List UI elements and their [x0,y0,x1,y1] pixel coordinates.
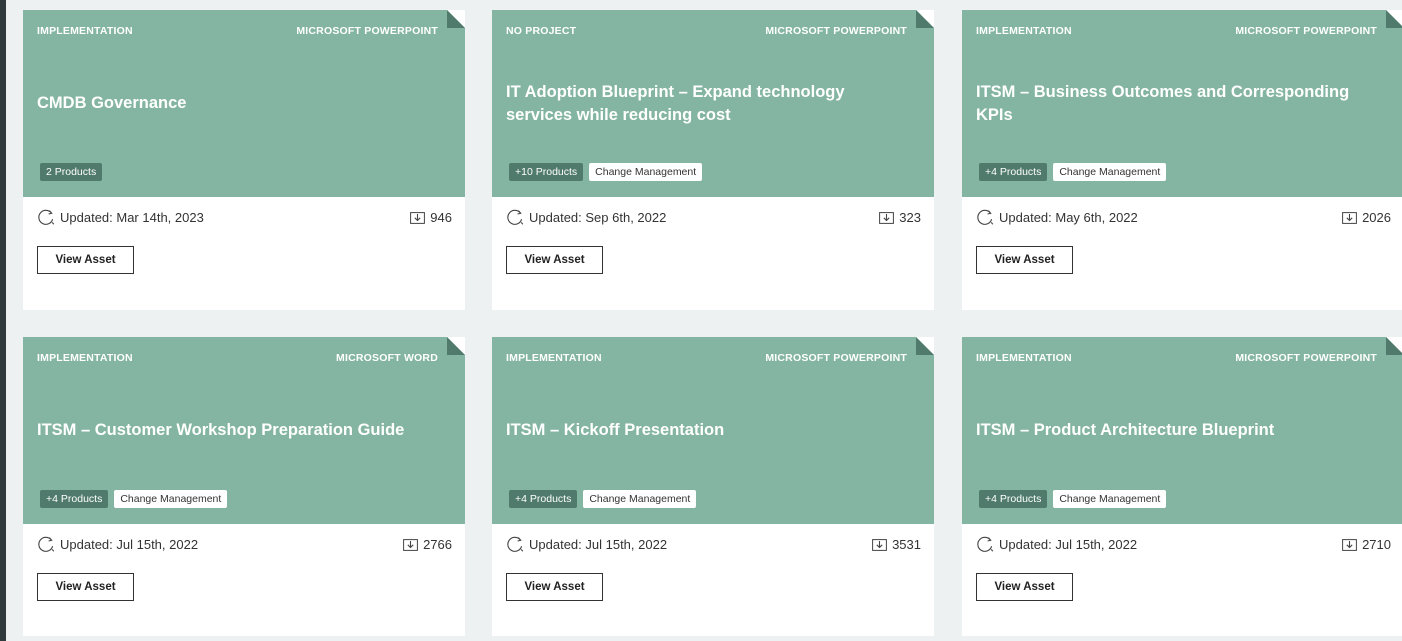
card-header: NO PROJECT MICROSOFT POWERPOINT IT Adopt… [492,10,934,197]
category-tag: Change Management [583,490,697,508]
download-count: 3531 [872,537,921,552]
products-tag: 2 Products [40,163,103,181]
download-icon [872,539,887,551]
download-count: 2710 [1342,537,1391,552]
asset-card: IMPLEMENTATION MICROSOFT POWERPOINT CMDB… [23,10,465,310]
card-header: IMPLEMENTATION MICROSOFT POWERPOINT ITSM… [962,10,1402,197]
download-value: 2026 [1362,209,1391,225]
download-value: 946 [430,209,452,225]
download-icon [1342,539,1357,551]
category-tag: Change Management [589,163,703,181]
card-meta: Updated: Jul 15th, 2022 2766 [37,533,452,555]
refresh-icon [38,536,55,552]
products-tag: +4 Products [979,490,1048,508]
products-tag: +4 Products [509,490,578,508]
category-tag: Change Management [114,490,228,508]
updated-info: Updated: Mar 14th, 2023 [37,208,204,226]
download-count: 946 [410,210,452,225]
updated-info: Updated: Jul 15th, 2022 [976,535,1137,553]
category-tag: Change Management [1053,163,1167,181]
products-tag: +10 Products [509,163,584,181]
download-icon [410,212,426,224]
corner-fold-shade [1386,10,1402,28]
asset-card: IMPLEMENTATION MICROSOFT POWERPOINT ITSM… [962,10,1402,310]
download-icon [1342,212,1357,224]
updated-date: Updated: May 6th, 2022 [999,209,1138,225]
view-asset-button[interactable]: View Asset [976,573,1073,601]
corner-fold-shade [447,10,465,28]
tag-list: +4 Products Change Management [979,163,1167,181]
download-count: 2766 [403,537,452,552]
left-edge-bar [0,0,6,641]
refresh-icon [977,536,994,552]
card-meta: Updated: Sep 6th, 2022 323 [506,206,921,228]
tag-list: 2 Products [40,163,103,181]
card-meta: Updated: Mar 14th, 2023 946 [37,206,452,228]
card-header: IMPLEMENTATION MICROSOFT POWERPOINT ITSM… [492,337,934,524]
view-asset-button[interactable]: View Asset [37,246,134,274]
card-header: IMPLEMENTATION MICROSOFT POWERPOINT ITSM… [962,337,1402,524]
updated-info: Updated: Jul 15th, 2022 [37,535,198,553]
download-icon [403,539,418,551]
view-asset-button[interactable]: View Asset [37,573,134,601]
updated-date: Updated: Jul 15th, 2022 [529,536,668,552]
download-count: 2026 [1342,210,1391,225]
asset-card: IMPLEMENTATION MICROSOFT POWERPOINT ITSM… [492,337,934,636]
download-value: 323 [899,209,921,225]
category-tag: Change Management [1053,490,1167,508]
tag-list: +4 Products Change Management [509,490,697,508]
updated-date: Updated: Jul 15th, 2022 [999,536,1138,552]
tag-list: +10 Products Change Management [509,163,703,181]
corner-fold-shade [1386,337,1402,355]
download-icon [879,212,895,224]
view-asset-button[interactable]: View Asset [506,573,603,601]
card-meta: Updated: Jul 15th, 2022 3531 [506,533,921,555]
tag-list: +4 Products Change Management [40,490,228,508]
products-tag: +4 Products [40,490,109,508]
card-header: IMPLEMENTATION MICROSOFT POWERPOINT CMDB… [23,10,465,197]
view-asset-button[interactable]: View Asset [976,246,1073,274]
updated-date: Updated: Jul 15th, 2022 [60,536,199,552]
view-asset-button[interactable]: View Asset [506,246,603,274]
corner-fold-shade [916,337,934,355]
refresh-icon [38,209,55,225]
refresh-icon [507,209,524,225]
updated-date: Updated: Sep 6th, 2022 [529,209,667,225]
updated-info: Updated: Sep 6th, 2022 [506,208,666,226]
updated-info: Updated: Jul 15th, 2022 [506,535,667,553]
refresh-icon [977,209,994,225]
corner-fold-shade [916,10,934,28]
download-value: 2710 [1362,536,1391,552]
card-header: IMPLEMENTATION MICROSOFT WORD ITSM – Cus… [23,337,465,524]
card-meta: Updated: May 6th, 2022 2026 [976,206,1391,228]
asset-card: NO PROJECT MICROSOFT POWERPOINT IT Adopt… [492,10,934,310]
download-value: 2766 [423,536,452,552]
asset-card: IMPLEMENTATION MICROSOFT POWERPOINT ITSM… [962,337,1402,636]
updated-info: Updated: May 6th, 2022 [976,208,1138,226]
asset-card: IMPLEMENTATION MICROSOFT WORD ITSM – Cus… [23,337,465,636]
card-meta: Updated: Jul 15th, 2022 2710 [976,533,1391,555]
corner-fold-shade [447,337,465,355]
updated-date: Updated: Mar 14th, 2023 [60,209,204,225]
tag-list: +4 Products Change Management [979,490,1167,508]
download-value: 3531 [892,536,921,552]
download-count: 323 [879,210,921,225]
products-tag: +4 Products [979,163,1048,181]
refresh-icon [507,536,524,552]
